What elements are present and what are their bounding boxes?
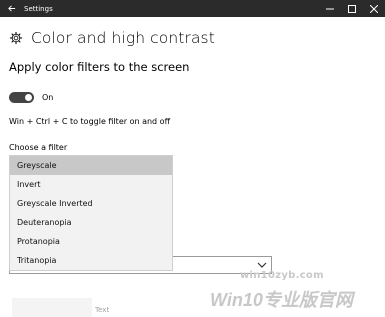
filter-dropdown-list: Greyscale Invert Greyscale Inverted Deut… <box>9 155 173 271</box>
filter-option-greyscale-inverted[interactable]: Greyscale Inverted <box>10 194 172 213</box>
watermark-url: win10zyb.com <box>240 270 324 281</box>
back-button[interactable] <box>0 0 22 17</box>
minimize-button[interactable] <box>319 0 341 17</box>
filter-option-protanopia[interactable]: Protanopia <box>10 232 172 251</box>
close-icon <box>370 4 378 13</box>
maximize-icon <box>348 4 356 13</box>
color-filter-toggle-row: On <box>9 92 53 103</box>
window-title: Settings <box>24 4 53 13</box>
filter-option-invert[interactable]: Invert <box>10 175 172 194</box>
filter-label: Choose a filter <box>9 143 68 152</box>
title-bar: Settings <box>0 0 385 17</box>
page-title: Color and high contrast <box>31 29 215 47</box>
maximize-button[interactable] <box>341 0 363 17</box>
filter-option-greyscale[interactable]: Greyscale <box>10 156 172 175</box>
close-button[interactable] <box>363 0 385 17</box>
filter-option-tritanopia[interactable]: Tritanopia <box>10 251 172 270</box>
filter-option-deuteranopia[interactable]: Deuteranopia <box>10 213 172 232</box>
toggle-state-label: On <box>42 93 54 102</box>
shortcut-hint: Win + Ctrl + C to toggle filter on and o… <box>9 117 171 126</box>
preview-text: Text <box>95 306 110 314</box>
page-header: Color and high contrast <box>9 29 215 47</box>
back-arrow-icon <box>7 5 15 12</box>
section-title: Apply color filters to the screen <box>9 60 190 74</box>
preview-swatch <box>12 298 92 317</box>
gear-icon <box>9 31 23 45</box>
chevron-down-icon <box>257 262 267 268</box>
toggle-knob <box>25 94 32 101</box>
color-filter-toggle[interactable] <box>9 92 34 103</box>
minimize-icon <box>326 8 334 9</box>
watermark-brand: Win10专业版官网 <box>210 290 353 310</box>
